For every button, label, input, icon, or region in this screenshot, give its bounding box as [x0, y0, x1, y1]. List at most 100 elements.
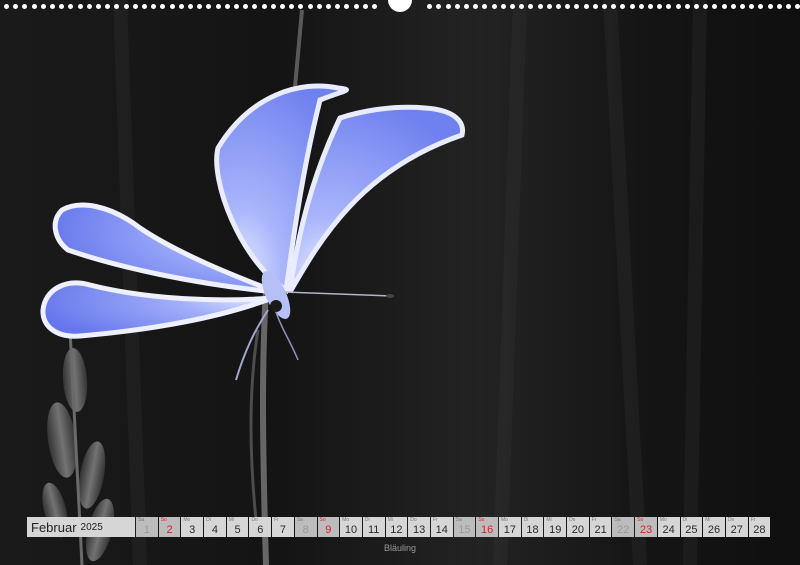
- binding-hole-icon: [243, 4, 249, 9]
- day-number: 12: [390, 524, 403, 536]
- binding-hole-icon: [50, 4, 55, 9]
- day-cell: Di 11: [362, 517, 385, 537]
- day-cell: Di 4: [204, 517, 226, 537]
- day-number: 21: [594, 524, 607, 536]
- binding-hole-icon: [215, 4, 221, 9]
- day-number: 2: [166, 524, 173, 536]
- binding-hole-icon: [730, 4, 736, 9]
- day-cell: Fr 28: [748, 517, 771, 537]
- binding-hole-icon: [372, 4, 377, 9]
- day-cell: Do 27: [725, 517, 748, 537]
- weekday-label: Di: [523, 517, 529, 523]
- day-cell: Mi 12: [385, 517, 408, 537]
- weekday-label: Mo: [342, 517, 350, 523]
- binding-hole-icon: [224, 4, 230, 9]
- binding-hole-icon: [298, 4, 304, 9]
- day-cell: Mo 3: [181, 517, 204, 537]
- binding-hole-icon: [77, 4, 83, 9]
- weekday-label: Di: [364, 517, 370, 523]
- binding-hole-icon: [307, 4, 313, 9]
- binding-hole-icon: [629, 4, 635, 9]
- calendar-page: Februar 2025 Sa 1 So 2 Mo 3 Di 4 Mi 5 Do 6 Fr 7 Sa 8 So 9…: [0, 0, 800, 565]
- day-number: 18: [526, 524, 539, 536]
- day-cell: So 2: [158, 517, 181, 537]
- day-number: 26: [707, 524, 721, 536]
- weekday-label: Mo: [183, 517, 191, 523]
- binding-hole-icon: [556, 4, 561, 9]
- weekday-label: Do: [569, 517, 576, 523]
- binding-hole-icon: [362, 4, 368, 9]
- day-number: 13: [412, 524, 426, 536]
- binding-hole-icon: [160, 4, 166, 9]
- binding-hole-icon: [574, 4, 580, 9]
- binding-hole-icon: [795, 4, 800, 9]
- day-cell: Mo 10: [340, 517, 362, 537]
- day-number: 10: [344, 524, 358, 536]
- binding-hole-icon: [188, 4, 193, 9]
- weekday-label: Fr: [591, 517, 597, 523]
- binding-hole-icon: [326, 4, 331, 9]
- day-cell: So 23: [635, 517, 657, 537]
- weekday-label: Do: [251, 517, 258, 523]
- binding-hole-icon: [234, 4, 239, 9]
- butterfly-photo: [0, 0, 800, 565]
- binding-hole-icon: [316, 4, 322, 9]
- weekday-label: Mi: [387, 517, 393, 523]
- binding-hole-icon: [537, 4, 543, 9]
- binding-hole-icon: [638, 4, 644, 9]
- month-name: Februar: [31, 519, 77, 535]
- binding-hole-icon: [252, 4, 258, 9]
- binding-hole-icon: [786, 4, 791, 9]
- binding-hole-icon: [464, 4, 469, 9]
- binding-hole-icon: [270, 4, 276, 9]
- binding-hole-icon: [620, 4, 626, 9]
- day-number: 7: [279, 524, 287, 536]
- day-cell: Mi 26: [703, 517, 725, 537]
- weekday-label: Mo: [659, 517, 667, 523]
- binding-hole-icon: [684, 4, 690, 9]
- weekday-label: Fr: [432, 517, 438, 523]
- weekday-label: Do: [727, 517, 735, 523]
- binding-hole-icon: [96, 4, 101, 9]
- day-cell: Do 6: [249, 517, 272, 537]
- weekday-label: So: [478, 517, 485, 523]
- binding-hole-icon: [510, 4, 515, 9]
- binding-hole-icon: [657, 4, 663, 9]
- binding-hole-icon: [86, 4, 92, 9]
- binding-hole-icon: [721, 4, 727, 9]
- binding-hole-icon: [178, 4, 184, 9]
- day-number: 1: [143, 524, 150, 536]
- day-number: 5: [234, 524, 241, 536]
- day-number: 17: [503, 524, 516, 536]
- weekday-label: So: [160, 517, 167, 523]
- day-number: 28: [753, 524, 766, 536]
- binding-hole-icon: [592, 4, 598, 9]
- binding-hole-icon: [583, 4, 589, 9]
- binding-hole-icon: [648, 4, 653, 9]
- binding-hole-icon: [114, 4, 120, 9]
- hanger-icon: [388, 0, 412, 12]
- weekday-label: Mi: [546, 517, 552, 523]
- day-cell: Fr 14: [430, 517, 453, 537]
- binding-hole-icon: [40, 4, 46, 9]
- day-number: 15: [458, 524, 471, 536]
- spiral-binding: [0, 0, 800, 12]
- binding-hole-icon: [758, 4, 764, 9]
- day-number: 16: [481, 524, 494, 536]
- weekday-label: Mi: [228, 517, 235, 523]
- day-number: 9: [325, 524, 332, 536]
- binding-hole-icon: [749, 4, 755, 9]
- binding-hole-icon: [776, 4, 782, 9]
- weekday-label: Do: [410, 517, 417, 523]
- day-cell: Fr 7: [272, 517, 294, 537]
- binding-hole-icon: [353, 4, 359, 9]
- weekday-label: Fr: [274, 517, 279, 523]
- weekday-label: Di: [682, 517, 688, 523]
- day-cell: Sa 1: [136, 517, 158, 537]
- binding-hole-icon: [712, 4, 718, 9]
- binding-hole-icon: [491, 4, 497, 9]
- day-number: 24: [662, 524, 675, 536]
- binding-hole-icon: [261, 4, 267, 9]
- binding-hole-icon: [22, 4, 28, 9]
- calendar-strip: Februar 2025 Sa 1 So 2 Mo 3 Di 4 Mi 5 Do 6 Fr 7 Sa 8 So 9…: [27, 517, 771, 537]
